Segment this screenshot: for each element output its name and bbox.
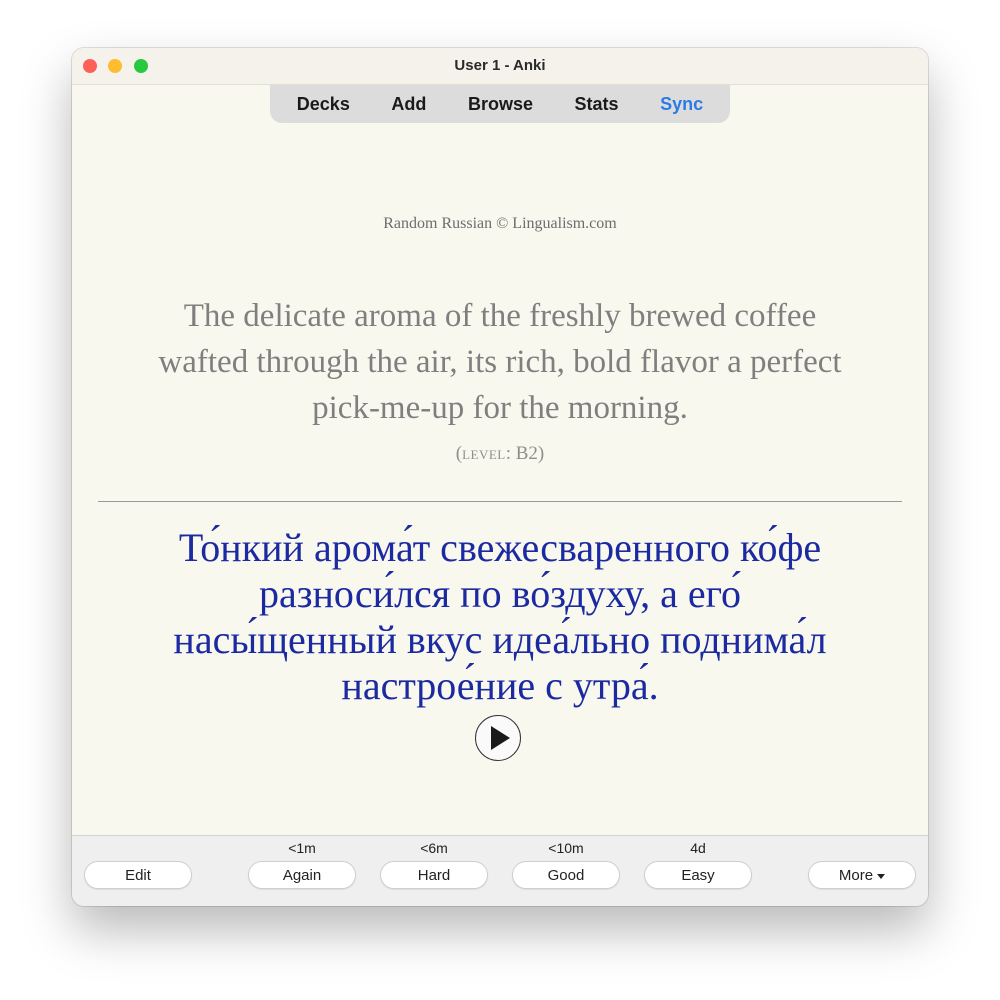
russian-line: настрое́ние с утра́. <box>341 663 659 708</box>
russian-line: разноси́лся по во́здуху, а его́ <box>258 571 742 616</box>
anki-window: User 1 - Anki Decks Add Browse Stats Syn… <box>72 48 928 906</box>
toolbar-browse[interactable]: Browse <box>458 90 543 119</box>
again-interval: <1m <box>288 840 316 856</box>
good-button[interactable]: Good <box>512 861 620 889</box>
english-line: The delicate aroma of the freshly brewed… <box>183 298 817 334</box>
toolbar-decks[interactable]: Decks <box>287 90 360 119</box>
edit-button[interactable]: Edit <box>84 861 192 889</box>
deck-credit: Random Russian © Lingualism.com <box>383 215 617 232</box>
play-audio-button[interactable] <box>475 715 521 761</box>
more-label: More <box>838 867 874 884</box>
english-line: wafted through the air, its rich, bold f… <box>158 344 842 380</box>
good-interval: <10m <box>548 840 584 856</box>
toolbar-sync[interactable]: Sync <box>650 90 713 119</box>
english-sentence: The delicate aroma of the freshly brewed… <box>112 293 888 431</box>
toolbar-add[interactable]: Add <box>381 90 436 119</box>
hard-interval: <6m <box>420 840 448 856</box>
level-label: level <box>462 443 506 464</box>
level-value: : B2) <box>505 443 545 464</box>
easy-button[interactable]: Easy <box>644 861 752 889</box>
main-toolbar: Decks Add Browse Stats Sync <box>270 85 730 123</box>
english-line: pick-me-up for the morning. <box>312 390 688 426</box>
answer-divider <box>98 501 902 502</box>
toolbar-stats[interactable]: Stats <box>565 90 629 119</box>
play-icon <box>491 726 510 750</box>
window-title: User 1 - Anki <box>454 57 546 74</box>
card-review-area: Random Russian © Lingualism.com The deli… <box>72 123 928 835</box>
easy-interval: 4d <box>690 840 706 856</box>
russian-line: насы́щенный вкус идеа́льно поднима́л <box>173 617 827 662</box>
chevron-down-icon <box>877 873 886 879</box>
level-tag: (level: B2) <box>72 443 928 465</box>
more-button[interactable]: More <box>808 861 916 889</box>
answer-bar: Edit <1m Again <6m Hard <10m Good 4d Eas… <box>72 835 928 906</box>
again-button[interactable]: Again <box>248 861 356 889</box>
russian-line: То́нкий арома́т свежесваренного ко́фе <box>178 525 822 570</box>
russian-translation: То́нкий арома́т свежесваренного ко́фе ра… <box>102 525 898 709</box>
hard-button[interactable]: Hard <box>380 861 488 889</box>
title-bar: User 1 - Anki <box>72 48 928 85</box>
